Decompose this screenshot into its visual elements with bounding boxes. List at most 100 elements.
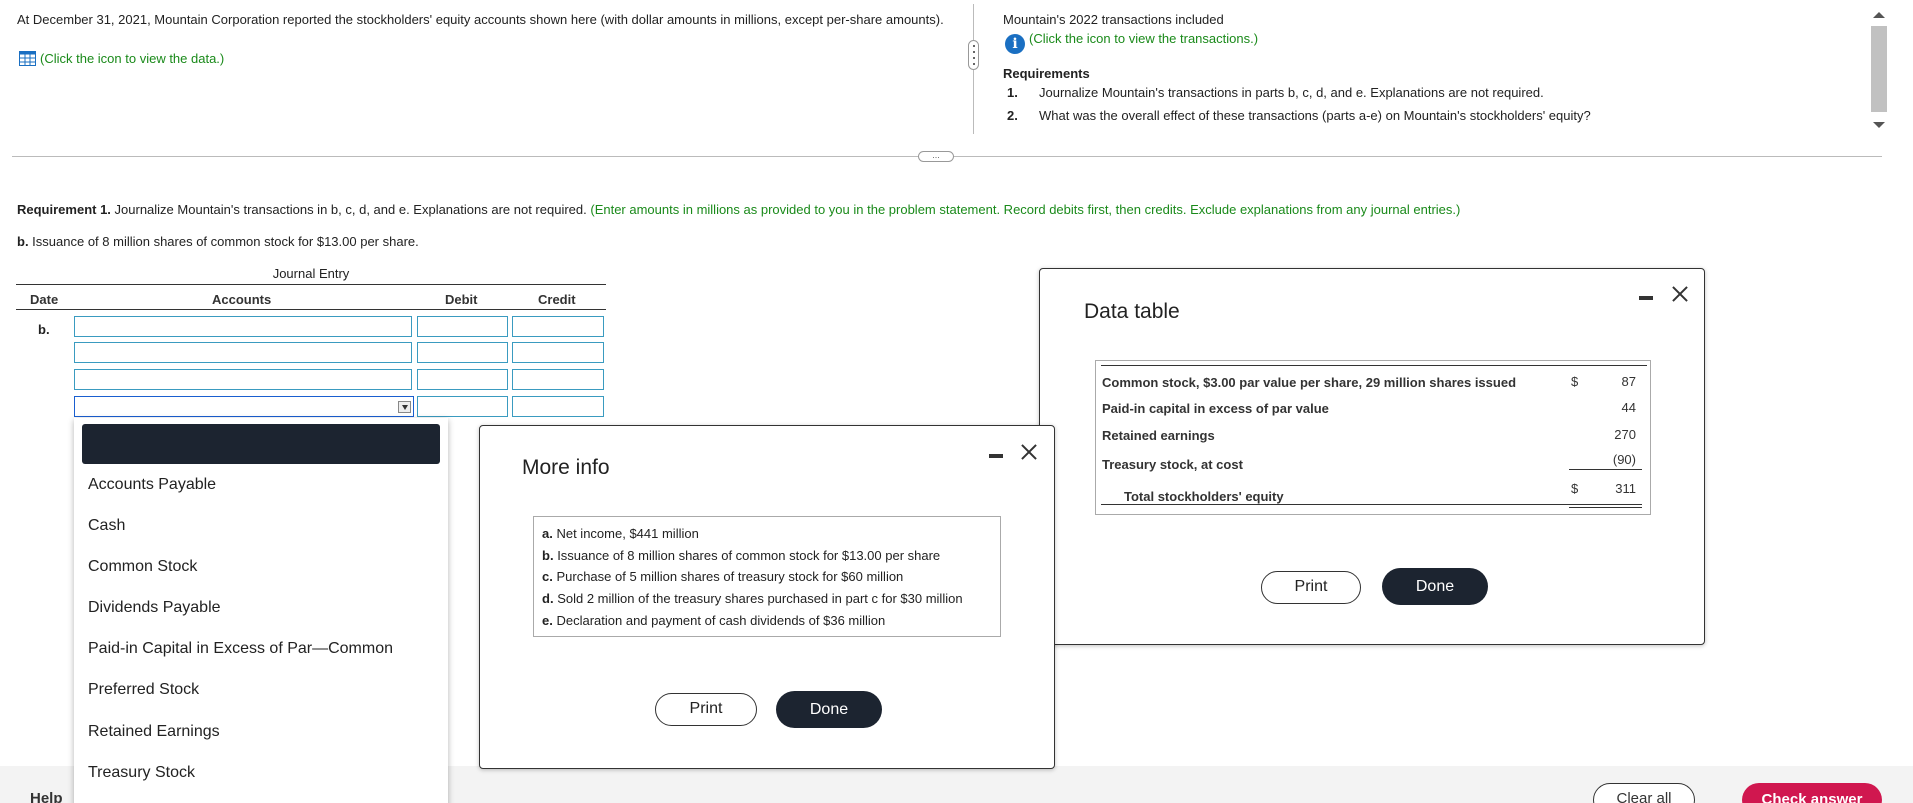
debit-input[interactable]: [417, 342, 508, 363]
transaction-letter: c.: [542, 569, 553, 584]
row-date-b: b.: [38, 322, 50, 337]
credit-input[interactable]: [512, 316, 604, 337]
table-grid-icon: [19, 51, 36, 66]
col-date-header: Date: [30, 292, 59, 307]
subtotal-rule: [1569, 469, 1642, 470]
close-icon[interactable]: [1670, 284, 1690, 304]
scroll-up-icon[interactable]: [1873, 12, 1885, 18]
chevron-down-icon[interactable]: [398, 401, 411, 413]
top-left-intro: At December 31, 2021, Mountain Corporati…: [17, 12, 944, 27]
data-row-value: (90): [1612, 452, 1636, 467]
more-info-print-button[interactable]: Print: [655, 693, 757, 726]
part-text: Issuance of 8 million shares of common s…: [28, 234, 419, 249]
dropdown-option[interactable]: Cash: [88, 517, 125, 535]
transaction-item: c. Purchase of 5 million shares of treas…: [542, 569, 903, 584]
col-accounts-header: Accounts: [212, 292, 272, 307]
account-input[interactable]: [74, 369, 412, 390]
transaction-item: b. Issuance of 8 million shares of commo…: [542, 548, 940, 563]
more-info-modal: More info a. Net income, $441 million b.…: [479, 425, 1055, 769]
view-transactions-link-text[interactable]: (Click the icon to view the transactions…: [1029, 31, 1258, 46]
transactions-box: a. Net income, $441 million b. Issuance …: [533, 516, 1001, 637]
minimize-icon[interactable]: [1639, 296, 1653, 300]
data-row-label: Common stock, $3.00 par value per share,…: [1102, 375, 1517, 390]
check-answer-button[interactable]: Check answer: [1742, 783, 1882, 803]
dropdown-option[interactable]: Dividends Payable: [88, 599, 221, 617]
part-b-line: b. Issuance of 8 million shares of commo…: [17, 234, 419, 249]
account-select-open[interactable]: [74, 396, 414, 417]
requirement-item: 2. What was the overall effect of these t…: [1007, 108, 1591, 123]
close-icon[interactable]: [1019, 442, 1039, 462]
data-row-label: Total stockholders' equity: [1124, 489, 1284, 504]
minimize-icon[interactable]: [989, 454, 1003, 458]
view-transactions-link[interactable]: i (Click the icon to view the transaction…: [1005, 31, 1258, 54]
account-input[interactable]: [74, 342, 412, 363]
transaction-letter: b.: [542, 548, 554, 563]
transactions-intro: Mountain's 2022 transactions included: [1003, 12, 1224, 27]
credit-input[interactable]: [512, 342, 604, 363]
more-info-title: More info: [522, 456, 610, 479]
transaction-text: Issuance of 8 million shares of common s…: [557, 548, 941, 563]
transaction-text: Purchase of 5 million shares of treasury…: [556, 569, 904, 584]
view-data-link-text[interactable]: (Click the icon to view the data.): [40, 51, 224, 66]
requirement-text: What was the overall effect of these tra…: [1039, 108, 1591, 123]
top-panel-scrollbar[interactable]: [1868, 4, 1888, 134]
col-debit-header: Debit: [445, 292, 478, 307]
scroll-down-icon[interactable]: [1873, 122, 1885, 128]
transaction-item: e. Declaration and payment of cash divid…: [542, 613, 885, 628]
requirement1-text: Journalize Mountain's transactions in b,…: [110, 202, 591, 217]
total-double-rule: [1569, 507, 1642, 508]
requirement1-line: Requirement 1. Journalize Mountain's tra…: [17, 202, 1460, 217]
scroll-thumb[interactable]: [1871, 26, 1887, 112]
clear-all-button[interactable]: Clear all: [1593, 783, 1695, 803]
debit-input[interactable]: [417, 369, 508, 390]
data-row-value: 270: [1614, 427, 1636, 442]
data-table-print-button[interactable]: Print: [1261, 571, 1361, 604]
dropdown-option[interactable]: Preferred Stock: [88, 681, 199, 699]
dropdown-option[interactable]: Retained Earnings: [88, 723, 220, 741]
transaction-letter: e.: [542, 613, 553, 628]
requirement-text: Journalize Mountain's transactions in pa…: [1039, 85, 1544, 100]
help-link[interactable]: Help: [30, 790, 63, 803]
debit-input[interactable]: [417, 316, 508, 337]
account-input[interactable]: [74, 316, 412, 337]
horizontal-resize-handle[interactable]: ...: [918, 151, 954, 162]
requirements-heading: Requirements: [1003, 66, 1090, 81]
credit-input[interactable]: [512, 396, 604, 417]
data-row-value: 311: [1615, 481, 1636, 496]
info-icon: i: [1005, 34, 1025, 54]
transaction-text: Net income, $441 million: [556, 526, 699, 541]
journal-header-rule: [16, 309, 606, 310]
transaction-text: Declaration and payment of cash dividend…: [556, 613, 886, 628]
col-credit-header: Credit: [538, 292, 576, 307]
requirement1-instruction: (Enter amounts in millions as provided t…: [590, 202, 1461, 217]
transaction-item: a. Net income, $441 million: [542, 526, 699, 541]
journal-entry-title: Journal Entry: [272, 266, 350, 281]
data-row-label: Retained earnings: [1102, 428, 1215, 443]
dropdown-option[interactable]: Paid-in Capital in Excess of Par—Common: [88, 640, 393, 658]
total-rule: [1101, 504, 1642, 505]
transaction-letter: a.: [542, 526, 553, 541]
credit-input[interactable]: [512, 369, 604, 390]
transaction-item: d. Sold 2 million of the treasury shares…: [542, 591, 963, 606]
view-data-link[interactable]: (Click the icon to view the data.): [19, 51, 224, 66]
debit-input[interactable]: [417, 396, 508, 417]
data-table-done-button[interactable]: Done: [1382, 568, 1488, 605]
data-row-value: 87: [1621, 374, 1636, 389]
requirement-number: 1.: [1007, 85, 1018, 100]
vertical-resize-handle[interactable]: [968, 40, 979, 70]
data-table-title: Data table: [1084, 300, 1180, 323]
dropdown-blank-option[interactable]: [82, 424, 440, 464]
data-row-label: Paid-in capital in excess of par value: [1102, 401, 1329, 416]
data-table-modal: Data table Common stock, $3.00 par value…: [1039, 268, 1705, 645]
more-info-done-button[interactable]: Done: [776, 691, 882, 728]
data-row-value: 44: [1621, 400, 1636, 415]
data-table-top-rule: [1101, 365, 1647, 366]
dropdown-option[interactable]: Accounts Payable: [88, 476, 216, 494]
transaction-letter: d.: [542, 591, 554, 606]
account-dropdown-list: Accounts Payable Cash Common Stock Divid…: [74, 418, 448, 803]
dropdown-option[interactable]: Common Stock: [88, 558, 197, 576]
data-table-box: Common stock, $3.00 par value per share,…: [1095, 360, 1651, 515]
dropdown-option[interactable]: Treasury Stock: [88, 764, 195, 782]
requirement-item: 1. Journalize Mountain's transactions in …: [1007, 85, 1544, 100]
data-row-label: Treasury stock, at cost: [1102, 457, 1243, 472]
